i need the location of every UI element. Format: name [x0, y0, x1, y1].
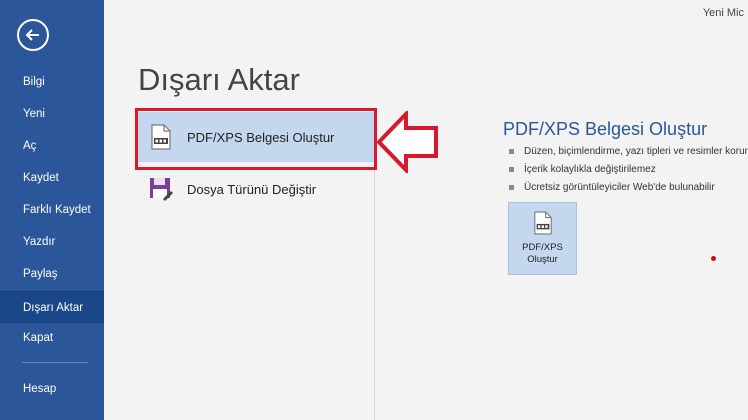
detail-bullet-text: Ücretsiz görüntüleyiciler Web'de bulunab…	[524, 182, 715, 193]
nav-item-paylas[interactable]: Paylaş	[0, 258, 104, 290]
bullet-square-icon	[509, 167, 514, 172]
nav-item-hesap[interactable]: Hesap	[0, 373, 104, 405]
create-pdf-xps-button[interactable]: PDF/XPS Oluştur	[508, 202, 577, 275]
nav-item-yeni[interactable]: Yeni	[0, 98, 104, 130]
nav-item-disari-aktar[interactable]: Dışarı Aktar	[0, 291, 104, 323]
back-button[interactable]	[17, 19, 49, 51]
detail-bullet: Ücretsiz görüntüleyiciler Web'de bulunab…	[509, 182, 715, 193]
red-dot-marker	[711, 256, 716, 261]
detail-bullet-text: İçerik kolaylıkla değiştirilemez	[524, 164, 656, 175]
detail-bullet: Düzen, biçimlendirme, yazı tipleri ve re…	[509, 146, 748, 157]
nav-divider	[22, 362, 88, 363]
option-change-file-type-label: Dosya Türünü Değiştir	[187, 181, 317, 197]
back-arrow-icon	[25, 29, 39, 41]
nav-item-farkli-kaydet[interactable]: Farklı Kaydet	[0, 194, 104, 226]
nav-item-kapat[interactable]: Kapat	[0, 322, 104, 354]
detail-title: PDF/XPS Belgesi Oluştur	[503, 119, 708, 139]
save-disk-icon	[146, 174, 176, 204]
nav-item-yazdir[interactable]: Yazdır	[0, 226, 104, 258]
page-title: Dışarı Aktar	[138, 62, 300, 97]
option-create-pdf-label: PDF/XPS Belgesi Oluştur	[187, 129, 335, 145]
create-button-label-line1: PDF/XPS	[522, 242, 563, 253]
nav-item-kaydet[interactable]: Kaydet	[0, 162, 104, 194]
pdf-document-icon	[533, 211, 553, 240]
backstage-main: Yeni Mic Dışarı Aktar PDF/XPS Belgesi Ol…	[104, 0, 748, 420]
create-button-label-line2: Oluştur	[527, 254, 558, 265]
bullet-square-icon	[509, 185, 514, 190]
option-create-pdf-xps[interactable]: PDF/XPS Belgesi Oluştur	[137, 112, 374, 162]
panel-divider	[374, 108, 375, 420]
nav-item-ac[interactable]: Aç	[0, 130, 104, 162]
bullet-square-icon	[509, 149, 514, 154]
user-name[interactable]: Yeni Mic	[703, 7, 744, 19]
pdf-document-icon	[146, 122, 176, 152]
backstage-sidebar: Bilgi Yeni Aç Kaydet Farklı Kaydet Yazdı…	[0, 0, 104, 420]
detail-bullet: İçerik kolaylıkla değiştirilemez	[509, 164, 656, 175]
nav-item-bilgi[interactable]: Bilgi	[0, 66, 104, 98]
detail-bullet-text: Düzen, biçimlendirme, yazı tipleri ve re…	[524, 146, 748, 157]
option-change-file-type[interactable]: Dosya Türünü Değiştir	[137, 164, 374, 214]
